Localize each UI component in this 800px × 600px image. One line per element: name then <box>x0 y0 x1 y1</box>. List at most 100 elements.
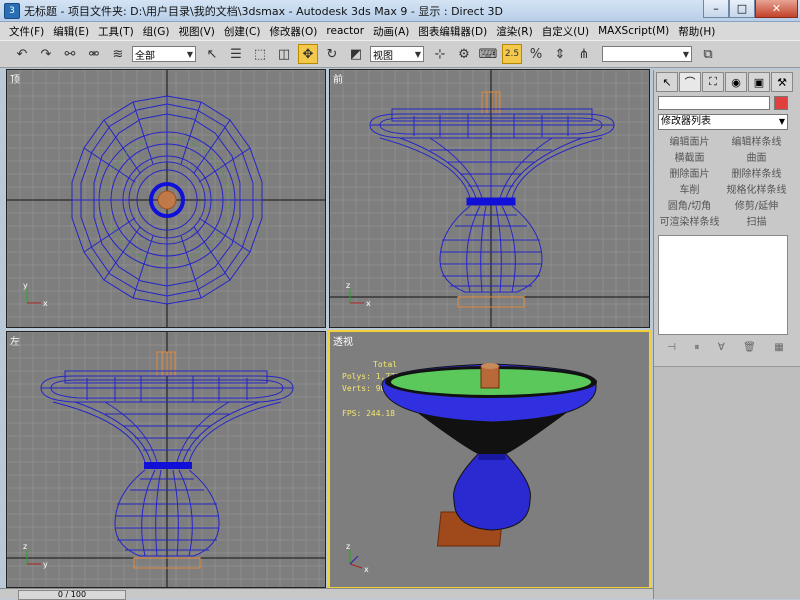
surface-button[interactable]: 曲面 <box>725 152 788 166</box>
menu-file[interactable]: 文件(F) <box>9 24 44 39</box>
window-title: 无标题 - 项目文件夹: D:\用户目录\我的文档\3dsmax - Autod… <box>24 4 503 18</box>
pin-stack-icon[interactable]: ⊣ <box>667 342 676 358</box>
renderable-spline-button[interactable]: 可渲染样条线 <box>658 216 721 230</box>
chevron-down-icon: ▼ <box>186 49 193 59</box>
remove-modifier-icon[interactable]: 🗑 <box>743 342 756 358</box>
viewport-top[interactable]: 顶 y x <box>6 69 326 328</box>
manipulate-icon[interactable]: ⚙ <box>454 44 474 64</box>
edit-named-selection-icon[interactable]: ⋔ <box>574 44 594 64</box>
stack-controls: ⊣ ⏸ ∀ 🗑 ▦ <box>658 342 793 358</box>
viewport-front[interactable]: 前 z x <box>329 69 650 328</box>
window-controls: – □ ✕ <box>703 0 798 18</box>
window-crossing-icon[interactable]: ◫ <box>274 44 294 64</box>
undo-icon[interactable]: ↶ <box>12 44 32 64</box>
sweep-button[interactable]: 扫描 <box>725 216 788 230</box>
menu-rendering[interactable]: 渲染(R) <box>496 24 533 39</box>
command-panel-tabs: ↖ ⌒ ⛶ ◉ ▣ ⚒ <box>654 70 800 92</box>
menu-help[interactable]: 帮助(H) <box>678 24 715 39</box>
angle-snap-icon[interactable]: 2.5 <box>502 44 522 64</box>
snap-angle-label: 2.5 <box>504 49 520 59</box>
parameters-rollout <box>654 366 800 599</box>
edit-patch-button[interactable]: 编辑面片 <box>658 136 721 150</box>
link-icon[interactable]: ⚯ <box>60 44 80 64</box>
chevron-down-icon: ▼ <box>682 49 689 59</box>
display-tab-icon[interactable]: ▣ <box>748 72 770 92</box>
menu-bar: 文件(F) 编辑(E) 工具(T) 组(G) 视图(V) 创建(C) 修改器(O… <box>0 22 800 40</box>
trim-extend-button[interactable]: 修剪/延伸 <box>725 200 788 214</box>
stats-fps: FPS: 244.18 <box>342 409 395 418</box>
pivot-icon[interactable]: ⊹ <box>430 44 450 64</box>
axis-y-label: y <box>23 281 28 290</box>
motion-tab-icon[interactable]: ◉ <box>725 72 747 92</box>
object-name-field[interactable] <box>658 96 770 110</box>
app-icon[interactable]: 3 <box>4 2 20 19</box>
scale-icon[interactable]: ◩ <box>346 44 366 64</box>
menu-maxscript[interactable]: MAXScript(M) <box>598 25 669 37</box>
lathe-button[interactable]: 车削 <box>658 184 721 198</box>
make-unique-icon[interactable]: ∀ <box>718 342 725 358</box>
normalize-spline-button[interactable]: 规格化样条线 <box>725 184 788 198</box>
axis-x-label: x <box>366 299 371 308</box>
modifier-buttons: 编辑面片 编辑样条线 横截面 曲面 删除面片 删除样条线 车削 规格化样条线 圆… <box>658 136 788 230</box>
viewport-perspective[interactable]: 透视 Total Polys: 1,772 Verts: 908 FPS: 24… <box>328 330 651 589</box>
selection-filter-dropdown[interactable]: 全部 ▼ <box>132 46 196 62</box>
close-button[interactable]: ✕ <box>755 0 798 18</box>
menu-customize[interactable]: 自定义(U) <box>542 24 589 39</box>
menu-graph-editors[interactable]: 图表编辑器(D) <box>418 24 487 39</box>
menu-create[interactable]: 创建(C) <box>224 24 261 39</box>
modifier-list-dropdown[interactable]: 修改器列表 ▼ <box>658 114 788 130</box>
modifier-list-label: 修改器列表 <box>661 116 711 127</box>
redo-icon[interactable]: ↷ <box>36 44 56 64</box>
top-view-wireframe: y x <box>7 70 325 327</box>
rect-selection-icon[interactable]: ⬚ <box>250 44 270 64</box>
axis-x-label: x <box>364 565 369 574</box>
utilities-tab-icon[interactable]: ⚒ <box>771 72 793 92</box>
menu-modifiers[interactable]: 修改器(O) <box>269 24 317 39</box>
menu-edit[interactable]: 编辑(E) <box>53 24 89 39</box>
named-selection-dropdown[interactable]: ▼ <box>602 46 692 62</box>
show-end-result-icon[interactable]: ⏸ <box>694 342 699 358</box>
percent-snap-icon[interactable]: % <box>526 44 546 64</box>
minimize-button[interactable]: – <box>703 0 729 18</box>
object-color-swatch[interactable] <box>774 96 788 110</box>
menu-view[interactable]: 视图(V) <box>179 24 215 39</box>
move-icon[interactable]: ✥ <box>298 44 318 64</box>
ref-coord-dropdown[interactable]: 视图 ▼ <box>370 46 424 62</box>
ref-coord-value: 视图 <box>373 50 393 62</box>
edit-spline-button[interactable]: 编辑样条线 <box>725 136 788 150</box>
mirror-icon[interactable]: ⧉ <box>698 44 718 64</box>
axis-z-label: z <box>23 542 27 551</box>
menu-animation[interactable]: 动画(A) <box>373 24 409 39</box>
keyboard-shortcut-icon[interactable]: ⌨ <box>478 44 498 64</box>
menu-tools[interactable]: 工具(T) <box>98 24 134 39</box>
chevron-down-icon: ▼ <box>414 49 421 59</box>
modify-tab-icon[interactable]: ⌒ <box>679 72 701 92</box>
modifier-stack[interactable] <box>658 235 788 335</box>
select-object-icon[interactable]: ↖ <box>202 44 222 64</box>
axis-y-label: y <box>43 560 48 569</box>
viewport-left[interactable]: 左 z y <box>6 331 326 588</box>
perspective-view-render: Total Polys: 1,772 Verts: 908 FPS: 244.1… <box>342 360 597 574</box>
selection-filter-value: 全部 <box>135 50 155 62</box>
title-bar: 3 无标题 - 项目文件夹: D:\用户目录\我的文档\3dsmax - Aut… <box>0 0 800 22</box>
rotate-icon[interactable]: ↻ <box>322 44 342 64</box>
cross-section-button[interactable]: 横截面 <box>658 152 721 166</box>
create-tab-icon[interactable]: ↖ <box>656 72 678 92</box>
menu-reactor[interactable]: reactor <box>326 25 364 37</box>
delete-patch-button[interactable]: 删除面片 <box>658 168 721 182</box>
fillet-chamfer-button[interactable]: 圆角/切角 <box>658 200 721 214</box>
maximize-button[interactable]: □ <box>729 0 755 18</box>
configure-modifier-sets-icon[interactable]: ▦ <box>774 342 783 358</box>
spinner-snap-icon[interactable]: ⇕ <box>550 44 570 64</box>
command-panel: ↖ ⌒ ⛶ ◉ ▣ ⚒ 修改器列表 ▼ 编辑面片 编辑样条线 横截面 曲面 删除… <box>653 70 800 599</box>
axis-z-label: z <box>346 542 350 551</box>
select-by-name-icon[interactable]: ☰ <box>226 44 246 64</box>
delete-spline-button[interactable]: 删除样条线 <box>725 168 788 182</box>
status-bar: 0 / 100 <box>0 588 653 600</box>
hierarchy-tab-icon[interactable]: ⛶ <box>702 72 724 92</box>
time-slider-label: 0 / 100 <box>57 590 87 599</box>
axis-z-label: z <box>346 281 350 290</box>
menu-group[interactable]: 组(G) <box>143 24 170 39</box>
bind-spacewarp-icon[interactable]: ≋ <box>108 44 128 64</box>
unlink-icon[interactable]: ⚮ <box>84 44 104 64</box>
